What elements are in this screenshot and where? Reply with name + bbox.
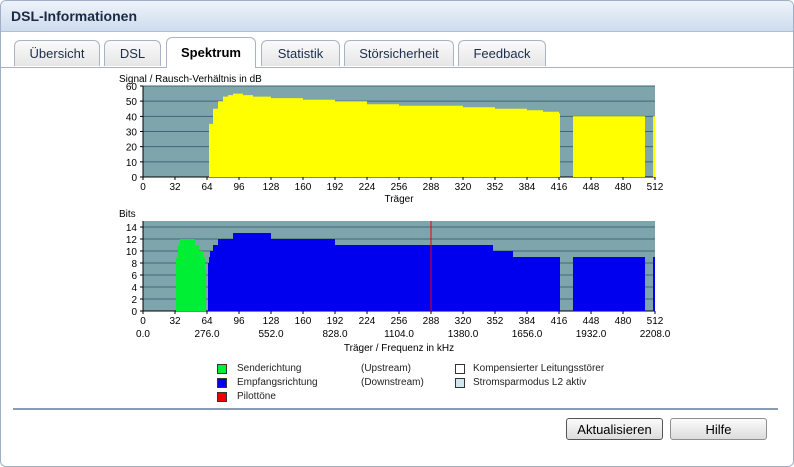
legend-swatch-red — [217, 392, 227, 402]
bits-xtick-label: 0 — [140, 316, 146, 327]
snr-xtick-label: 288 — [423, 182, 440, 193]
snr-xtick-label: 480 — [615, 182, 632, 193]
bits-xtick-label: 352 — [487, 316, 504, 327]
snr-ytick-label: 50 — [126, 97, 138, 108]
snr-xtick-label: 128 — [263, 182, 280, 193]
snr-xtick-label: 320 — [455, 182, 472, 193]
bits-xlabel: Träger / Frequenz in kHz — [344, 343, 454, 354]
bits-ytick-label: 14 — [126, 223, 138, 234]
spectrum-charts: Signal / Rausch-Verhältnis in dB 0102030… — [119, 74, 671, 354]
snr-chart: Signal / Rausch-Verhältnis in dB 0 10 20 30… — [119, 74, 664, 205]
bits-freq-tick-label: 1656.0 — [512, 329, 543, 340]
snr-xtick-label: 256 — [391, 182, 408, 193]
snr-xtick-label: 64 — [201, 182, 213, 193]
bits-freq-tick-label: 2208.0 — [640, 329, 671, 340]
bits-freq-tick-label: 0.0 — [136, 329, 150, 340]
bits-xtick-label: 128 — [263, 316, 280, 327]
bits-freq-tick-label: 552.0 — [258, 329, 283, 340]
bits-xtick-label: 480 — [615, 316, 632, 327]
snr-xtick-label: 96 — [233, 182, 245, 193]
bits-ytick-label: 6 — [131, 271, 137, 282]
legend-swatch-white — [455, 364, 465, 374]
bits-xtick-label: 64 — [201, 316, 213, 327]
bits-ytick-label: 12 — [126, 235, 138, 246]
legend-label-upstream: (Upstream) — [361, 363, 412, 374]
legend-label-downstream: (Downstream) — [361, 377, 424, 388]
legend-swatch-lightblue — [455, 378, 465, 388]
help-button[interactable]: Hilfe — [670, 418, 767, 440]
legend-label-pilot: Pilottöne — [237, 391, 276, 402]
legend-label-sender: Senderichtung — [237, 363, 302, 374]
bits-xtick-label: 160 — [295, 316, 312, 327]
legend-label-receiver: Empfangsrichtung — [237, 377, 318, 388]
bits-ytick-label: 10 — [126, 247, 138, 258]
bits-xtick-label: 512 — [647, 316, 664, 327]
snr-xtick-label: 448 — [583, 182, 600, 193]
bits-xtick-label: 448 — [583, 316, 600, 327]
snr-xtick-label: 32 — [169, 182, 181, 193]
bits-ytick-label: 0 — [131, 307, 137, 318]
snr-xtick-label: 384 — [519, 182, 536, 193]
bits-freq-tick-label: 1932.0 — [576, 329, 607, 340]
bits-xtick-label: 384 — [519, 316, 536, 327]
bits-freq-tick-label: 828.0 — [322, 329, 347, 340]
snr-ytick-label: 30 — [126, 128, 138, 139]
bits-xtick-label: 192 — [327, 316, 344, 327]
bits-ytick-label: 4 — [131, 283, 137, 294]
snr-ytick-label: 60 — [126, 82, 138, 93]
bits-freq-tick-label: 1380.0 — [448, 329, 479, 340]
bits-xtick-label: 288 — [423, 316, 440, 327]
dsl-info-window: DSL-Informationen Übersicht DSL Spektrum… — [0, 0, 794, 467]
legend-label-compensated: Kompensierter Leitungsstörer — [473, 363, 605, 374]
bits-chart: Bits 02468101214 0 32 64 96 128 160 192 224 256 2… — [119, 209, 671, 354]
snr-xtick-label: 160 — [295, 182, 312, 193]
snr-xtick-label: 512 — [647, 182, 664, 193]
bits-freq-tick-label: 276.0 — [194, 329, 219, 340]
snr-chart-title: Signal / Rausch-Verhältnis in dB — [119, 74, 262, 85]
snr-xtick-label: 192 — [327, 182, 344, 193]
bits-ytick-label: 8 — [131, 259, 137, 270]
bits-freq-tick-label: 1104.0 — [384, 329, 414, 340]
snr-ytick-label: 20 — [126, 143, 138, 154]
bits-xtick-label: 320 — [455, 316, 472, 327]
bits-xtick-label: 256 — [391, 316, 408, 327]
snr-xtick-label: 416 — [551, 182, 568, 193]
bits-ytick-label: 2 — [131, 295, 137, 306]
bits-xtick-label: 96 — [233, 316, 245, 327]
bits-xtick-label: 224 — [359, 316, 376, 327]
snr-ytick-label: 40 — [126, 112, 138, 123]
snr-xtick-label: 0 — [140, 182, 146, 193]
snr-xlabel: Träger — [384, 194, 414, 205]
snr-xtick-label: 352 — [487, 182, 504, 193]
refresh-button[interactable]: Aktualisieren — [566, 418, 663, 440]
legend-swatch-blue — [217, 378, 227, 388]
bits-chart-title: Bits — [119, 209, 136, 220]
snr-xtick-label: 224 — [359, 182, 376, 193]
snr-ytick-label: 0 — [131, 173, 137, 184]
footer-divider — [13, 408, 778, 410]
legend-label-powersave: Stromsparmodus L2 aktiv — [473, 377, 587, 388]
bits-xtick-label: 416 — [551, 316, 568, 327]
snr-ytick-label: 10 — [126, 158, 138, 169]
bits-xtick-label: 32 — [169, 316, 181, 327]
legend-swatch-green — [217, 364, 227, 374]
